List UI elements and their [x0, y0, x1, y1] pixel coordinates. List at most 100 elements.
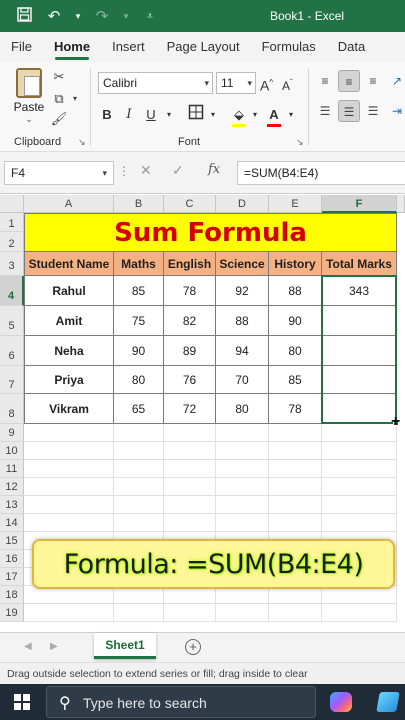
orientation-button[interactable]: ↗ [386, 70, 405, 92]
prev-sheet-icon[interactable]: ◀ [24, 641, 32, 652]
row-header-14[interactable]: 14 [0, 514, 24, 532]
grid-cell[interactable] [216, 442, 269, 460]
row-header-8[interactable]: 8 [0, 394, 24, 424]
row-header-12[interactable]: 12 [0, 478, 24, 496]
paste-button[interactable]: Paste ⌄ [10, 66, 48, 128]
tab-formulas[interactable]: Formulas [251, 32, 327, 62]
app-taskbar-icon[interactable] [376, 692, 400, 712]
row-header-16[interactable]: 16 [0, 550, 24, 568]
grid-cell[interactable] [164, 514, 216, 532]
column-header-d[interactable]: D [216, 195, 269, 213]
format-painter-icon[interactable]: 🖌 [50, 110, 68, 128]
row-header-17[interactable]: 17 [0, 568, 24, 586]
tab-data[interactable]: Data [327, 32, 376, 62]
total-marks-cell[interactable] [322, 306, 397, 336]
marks-cell[interactable]: 78 [269, 394, 322, 424]
font-color-button[interactable]: A [266, 104, 282, 126]
column-header-b[interactable]: B [114, 195, 164, 213]
tab-home[interactable]: Home [43, 32, 101, 62]
row-header-4[interactable]: 4 [0, 276, 24, 306]
more-options-icon[interactable]: ⋮ [118, 164, 130, 178]
column-header-c[interactable]: C [164, 195, 216, 213]
grid-cell[interactable] [24, 514, 114, 532]
decrease-font-size-button[interactable]: Aˇ [282, 72, 293, 94]
marks-cell[interactable]: 88 [269, 276, 322, 306]
align-right-button[interactable]: ☰ [362, 100, 384, 122]
table-header-cell[interactable]: Maths [114, 252, 164, 276]
grid-cell[interactable] [216, 496, 269, 514]
row-header-13[interactable]: 13 [0, 496, 24, 514]
grid-cell[interactable] [114, 460, 164, 478]
student-name-cell[interactable]: Neha [24, 336, 114, 366]
table-header-cell[interactable]: History [269, 252, 322, 276]
align-center-button[interactable]: ☰ [338, 100, 360, 122]
column-header-a[interactable]: A [24, 195, 114, 213]
windows-start-icon[interactable] [14, 694, 30, 710]
grid-cell[interactable] [216, 514, 269, 532]
clipboard-launcher-icon[interactable]: ↘ [78, 137, 86, 148]
redo-dropdown-icon[interactable]: ▾ [122, 11, 130, 22]
grid-cell[interactable] [24, 424, 114, 442]
marks-cell[interactable]: 80 [114, 366, 164, 394]
font-name-select[interactable]: Calibri ▾ [98, 72, 213, 94]
cut-icon[interactable]: ✂ [50, 68, 68, 86]
tab-file[interactable]: File [0, 32, 43, 62]
copy-dropdown-icon[interactable]: ▾ [66, 90, 84, 108]
grid-cell[interactable] [114, 424, 164, 442]
italic-button[interactable]: I [122, 104, 136, 126]
save-icon[interactable] [14, 6, 34, 26]
student-name-cell[interactable]: Amit [24, 306, 114, 336]
grid-cell[interactable] [164, 478, 216, 496]
tab-insert[interactable]: Insert [101, 32, 156, 62]
enter-icon[interactable]: ✓ [172, 162, 184, 179]
grid-cell[interactable] [114, 514, 164, 532]
marks-cell[interactable]: 70 [216, 366, 269, 394]
font-size-select[interactable]: 11 ▾ [216, 72, 256, 94]
row-header-18[interactable]: 18 [0, 586, 24, 604]
row-header-2[interactable]: 2 [0, 232, 24, 252]
borders-dropdown-icon[interactable]: ▾ [208, 104, 218, 126]
marks-cell[interactable]: 75 [114, 306, 164, 336]
bold-button[interactable]: B [100, 104, 114, 126]
copilot-icon[interactable] [330, 692, 352, 712]
marks-cell[interactable]: 92 [216, 276, 269, 306]
formula-input[interactable]: =SUM(B4:E4) [237, 161, 405, 185]
fill-color-dropdown-icon[interactable]: ▾ [250, 104, 260, 126]
marks-cell[interactable]: 89 [164, 336, 216, 366]
grid-cell[interactable] [164, 604, 216, 622]
total-marks-cell[interactable]: 343 [322, 276, 397, 306]
grid-cell[interactable] [322, 478, 397, 496]
table-header-cell[interactable]: Total Marks [322, 252, 397, 276]
cancel-icon[interactable]: ✕ [140, 162, 152, 179]
name-box[interactable]: F4 ▾ [4, 161, 114, 185]
marks-cell[interactable]: 90 [269, 306, 322, 336]
grid-cell[interactable] [269, 514, 322, 532]
marks-cell[interactable]: 90 [114, 336, 164, 366]
marks-cell[interactable]: 85 [269, 366, 322, 394]
font-launcher-icon[interactable]: ↘ [296, 137, 304, 148]
table-header-cell[interactable]: Science [216, 252, 269, 276]
grid-cell[interactable] [216, 478, 269, 496]
undo-icon[interactable]: ↶ [44, 7, 64, 25]
grid-cell[interactable] [24, 478, 114, 496]
marks-cell[interactable]: 88 [216, 306, 269, 336]
grid-cell[interactable] [269, 424, 322, 442]
increase-font-size-button[interactable]: A^ [260, 72, 273, 94]
marks-cell[interactable]: 72 [164, 394, 216, 424]
column-header-e[interactable]: E [269, 195, 322, 213]
student-name-cell[interactable]: Vikram [24, 394, 114, 424]
marks-cell[interactable]: 78 [164, 276, 216, 306]
grid-cell[interactable] [269, 460, 322, 478]
grid-cell[interactable] [216, 604, 269, 622]
grid-cell[interactable] [164, 442, 216, 460]
underline-button[interactable]: U [144, 104, 158, 126]
insert-function-button[interactable]: fx [208, 162, 220, 177]
row-header-9[interactable]: 9 [0, 424, 24, 442]
row-header-5[interactable]: 5 [0, 306, 24, 336]
row-header-6[interactable]: 6 [0, 336, 24, 366]
redo-icon[interactable]: ↷ [92, 7, 112, 25]
grid-cell[interactable] [24, 496, 114, 514]
grid-cell[interactable] [164, 424, 216, 442]
grid-cell[interactable] [24, 442, 114, 460]
worksheet-grid[interactable]: A B C D E F 1 2 3 4 5 6 7 8 9 10 11 12 13 14 15 16 17 18 19 Sum F… [0, 195, 405, 632]
